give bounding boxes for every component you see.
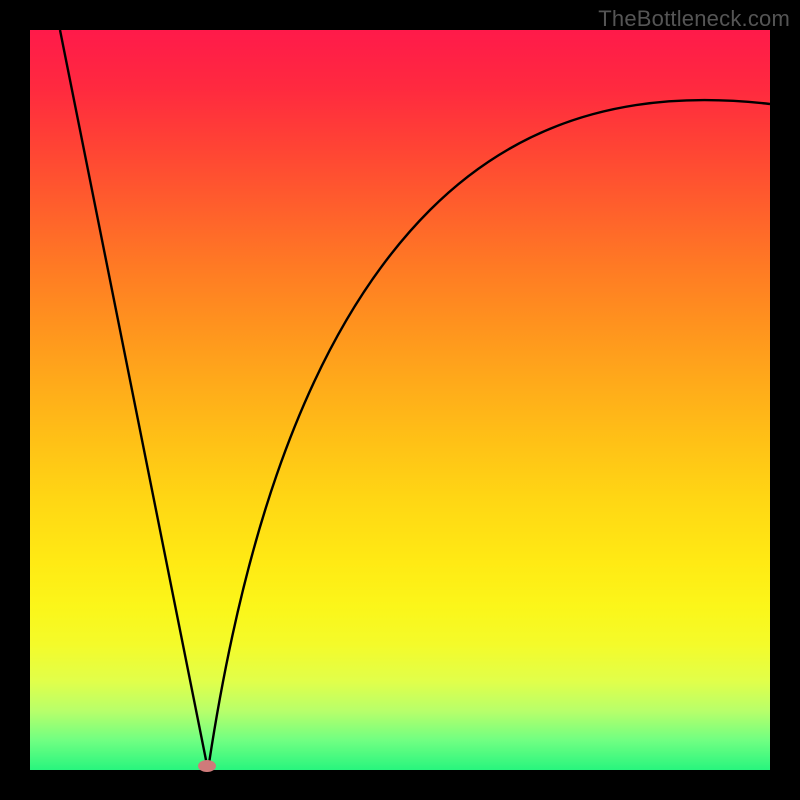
minimum-marker <box>198 760 216 772</box>
chart-frame: TheBottleneck.com <box>0 0 800 800</box>
watermark-text: TheBottleneck.com <box>598 6 790 32</box>
plot-area <box>30 30 770 770</box>
